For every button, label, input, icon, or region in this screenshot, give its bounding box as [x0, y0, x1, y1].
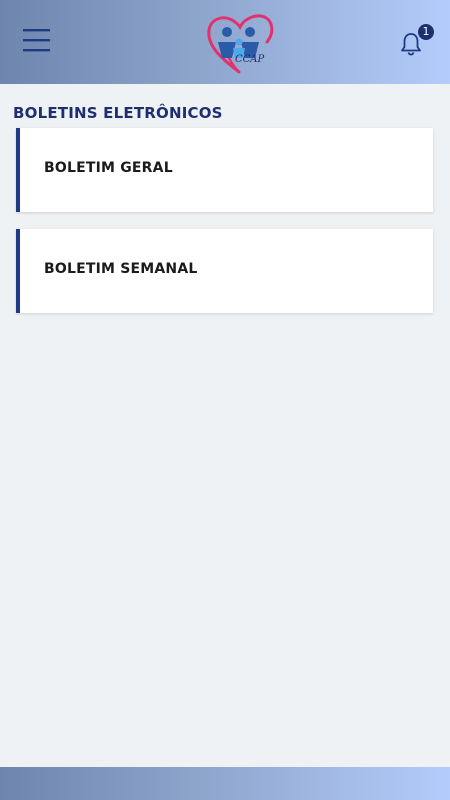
app-header: CCAP 1 — [0, 0, 450, 84]
notification-count-badge: 1 — [418, 24, 434, 40]
app-logo: CCAP — [205, 12, 275, 78]
card-label: BOLETIM GERAL — [44, 160, 173, 176]
menu-button[interactable] — [18, 24, 56, 58]
app-footer — [0, 767, 450, 800]
hamburger-menu-icon — [23, 29, 50, 52]
notifications-button[interactable]: 1 — [396, 24, 436, 62]
logo-text: CCAP — [235, 54, 265, 65]
card-boletim-semanal[interactable]: BOLETIM SEMANAL — [16, 229, 433, 313]
card-boletim-geral[interactable]: BOLETIM GERAL — [16, 128, 433, 212]
section-title: BOLETINS ELETRÔNICOS — [13, 104, 223, 122]
heart-family-logo — [207, 14, 274, 74]
card-label: BOLETIM SEMANAL — [44, 261, 198, 277]
